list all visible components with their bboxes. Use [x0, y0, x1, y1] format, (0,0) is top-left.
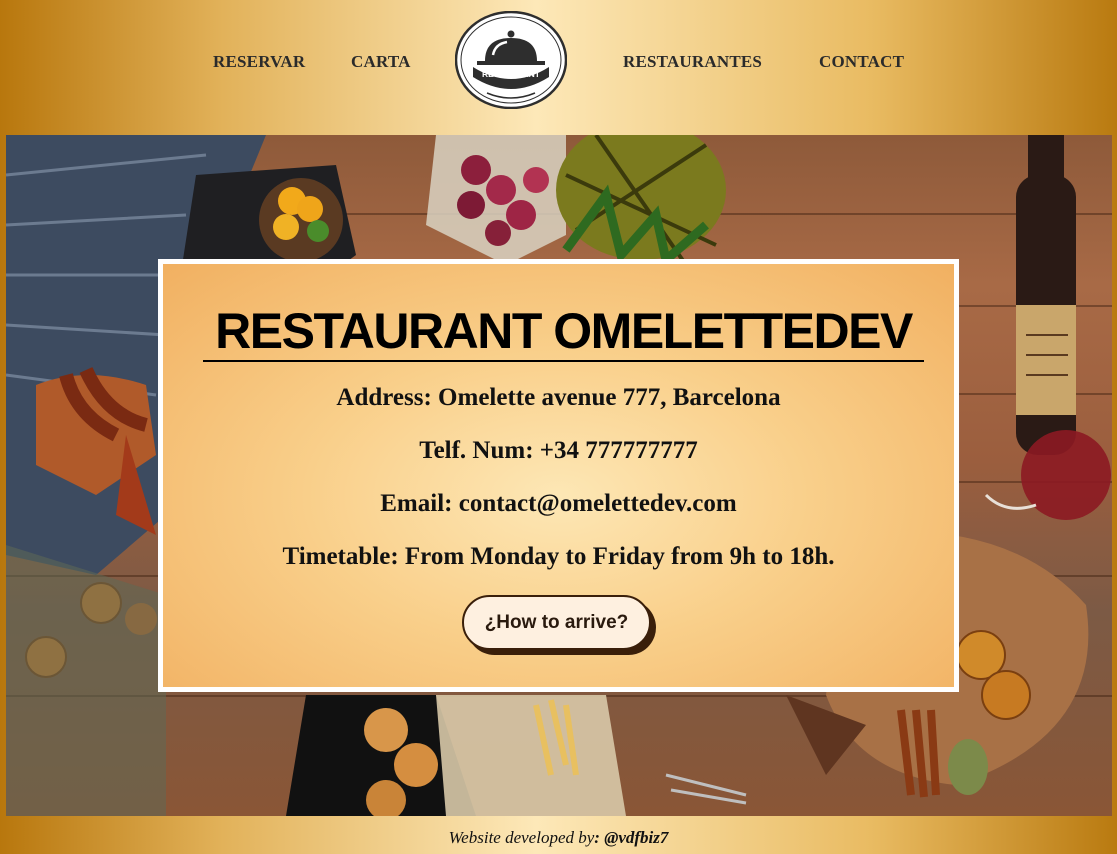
contact-info-card: RESTAURANT OMELETTEDEV Address: Omelette… — [158, 259, 959, 692]
address-text: Address: Omelette avenue 777, Barcelona — [336, 384, 781, 411]
logo-label: RESTAURANT — [482, 69, 541, 79]
footer-author-handle[interactable]: : @vdfbiz7 — [594, 828, 668, 847]
nav-carta-link[interactable]: CARTA — [351, 52, 411, 72]
phone-text: Telf. Num: +34 777777777 — [419, 437, 698, 464]
footer-credit-text: Website developed by — [448, 828, 595, 847]
restaurant-title: RESTAURANT OMELETTEDEV — [203, 302, 924, 362]
restaurant-logo[interactable]: RESTAURANT — [454, 10, 568, 110]
how-to-arrive-button[interactable]: ¿How to arrive? — [462, 595, 651, 650]
logo-text-graphic: RESTAURANT — [482, 69, 541, 79]
nav-contact-link[interactable]: CONTACT — [819, 52, 904, 72]
header-bar: RESERVAR CARTA RESTAURANT RESTAURANTES C… — [0, 0, 1117, 128]
nav-reservar-link[interactable]: RESERVAR — [213, 52, 305, 72]
footer: Website developed by: @vdfbiz7 — [0, 822, 1117, 847]
email-text: Email: contact@omelettedev.com — [380, 490, 737, 517]
timetable-text: Timetable: From Monday to Friday from 9h… — [282, 543, 835, 570]
nav-restaurantes-link[interactable]: RESTAURANTES — [623, 52, 762, 72]
